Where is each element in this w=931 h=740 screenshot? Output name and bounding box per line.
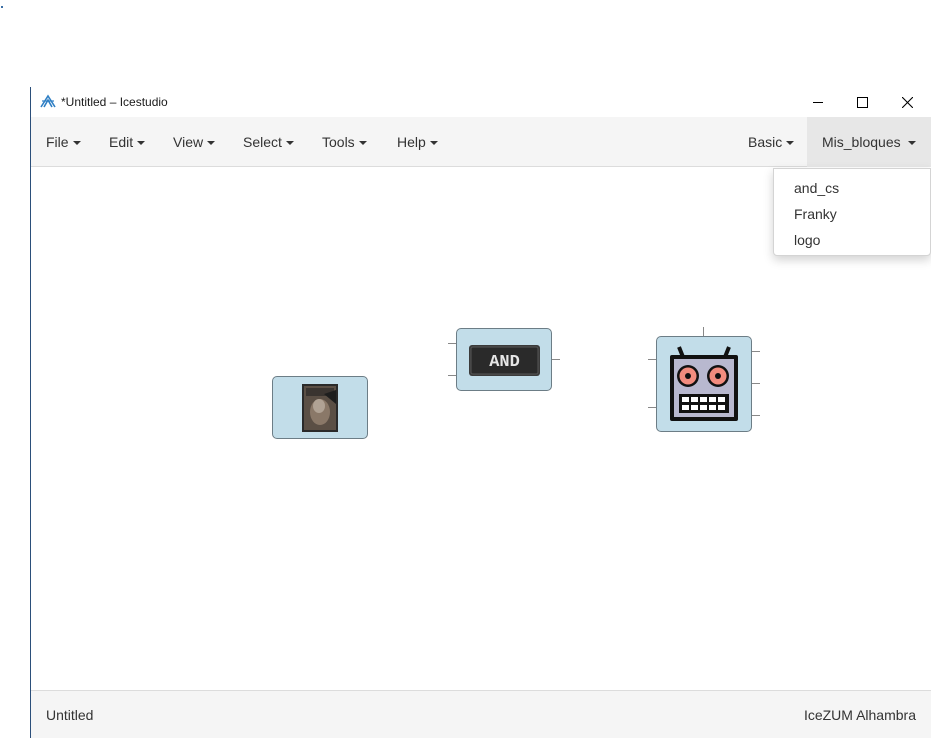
robot-output-port-2[interactable] <box>752 383 760 384</box>
window-title: *Untitled – Icestudio <box>61 95 168 109</box>
caret-down-icon <box>285 141 294 146</box>
close-button[interactable] <box>885 87 930 117</box>
caret-down-icon <box>358 141 367 146</box>
menu-select-label: Select <box>243 134 282 150</box>
robot-block[interactable] <box>656 336 752 432</box>
robot-input-port-2[interactable] <box>648 407 656 408</box>
menu-edit[interactable]: Edit <box>109 117 146 167</box>
menu-view-label: View <box>173 134 204 150</box>
board-name[interactable]: IceZUM Alhambra <box>804 707 916 723</box>
and-gate-block[interactable]: AND <box>456 328 552 391</box>
caret-down-icon <box>207 141 216 146</box>
menu-tools[interactable]: Tools <box>322 117 367 167</box>
and-gate-icon: AND <box>469 345 540 376</box>
minimize-button[interactable] <box>795 87 840 117</box>
minimize-icon <box>812 102 823 103</box>
menu-file[interactable]: File <box>46 117 81 167</box>
menu-mis-bloques-label: Mis_bloques <box>822 134 901 150</box>
and-input-port-2[interactable] <box>448 375 456 376</box>
close-icon <box>902 96 913 108</box>
menu-basic-label: Basic <box>748 134 783 150</box>
title-bar: *Untitled – Icestudio <box>31 87 931 117</box>
menu-mis-bloques[interactable]: Mis_bloques <box>807 117 931 167</box>
desktop-marker <box>1 6 3 8</box>
menu-help[interactable]: Help <box>397 117 438 167</box>
and-gate-label: AND <box>489 353 520 372</box>
robot-output-port-3[interactable] <box>752 415 760 416</box>
caret-down-icon <box>429 141 438 146</box>
app-window: *Untitled – Icestudio File Edit View Sel… <box>30 87 931 738</box>
menu-tools-label: Tools <box>322 134 355 150</box>
maximize-icon <box>857 96 868 108</box>
menu-select[interactable]: Select <box>243 117 294 167</box>
maximize-button[interactable] <box>840 87 885 117</box>
project-name: Untitled <box>46 707 94 723</box>
status-bar: Untitled IceZUM Alhambra <box>31 690 931 738</box>
menu-file-label: File <box>46 134 69 150</box>
and-input-port-1[interactable] <box>448 343 456 344</box>
robot-top-port[interactable] <box>703 327 704 336</box>
mis-bloques-dropdown: and_cs Franky logo <box>773 168 931 256</box>
dropdown-item-franky[interactable]: Franky <box>774 201 930 227</box>
menu-help-label: Help <box>397 134 426 150</box>
robot-icon <box>670 346 738 421</box>
caret-down-icon <box>72 141 81 146</box>
photo-image <box>302 384 338 432</box>
caret-down-icon <box>786 141 795 146</box>
menu-bar: File Edit View Select Tools Help Basic M… <box>31 117 931 167</box>
photo-block[interactable] <box>272 376 368 439</box>
caret-down-icon <box>907 141 916 146</box>
and-output-port[interactable] <box>552 359 560 360</box>
icestudio-logo-icon <box>40 94 56 108</box>
robot-input-port-1[interactable] <box>648 359 656 360</box>
dropdown-item-and-cs[interactable]: and_cs <box>774 175 930 201</box>
menu-basic[interactable]: Basic <box>748 117 795 167</box>
menu-view[interactable]: View <box>173 117 216 167</box>
robot-output-port-1[interactable] <box>752 351 760 352</box>
dropdown-item-logo[interactable]: logo <box>774 227 930 253</box>
caret-down-icon <box>137 141 146 146</box>
menu-edit-label: Edit <box>109 134 134 150</box>
